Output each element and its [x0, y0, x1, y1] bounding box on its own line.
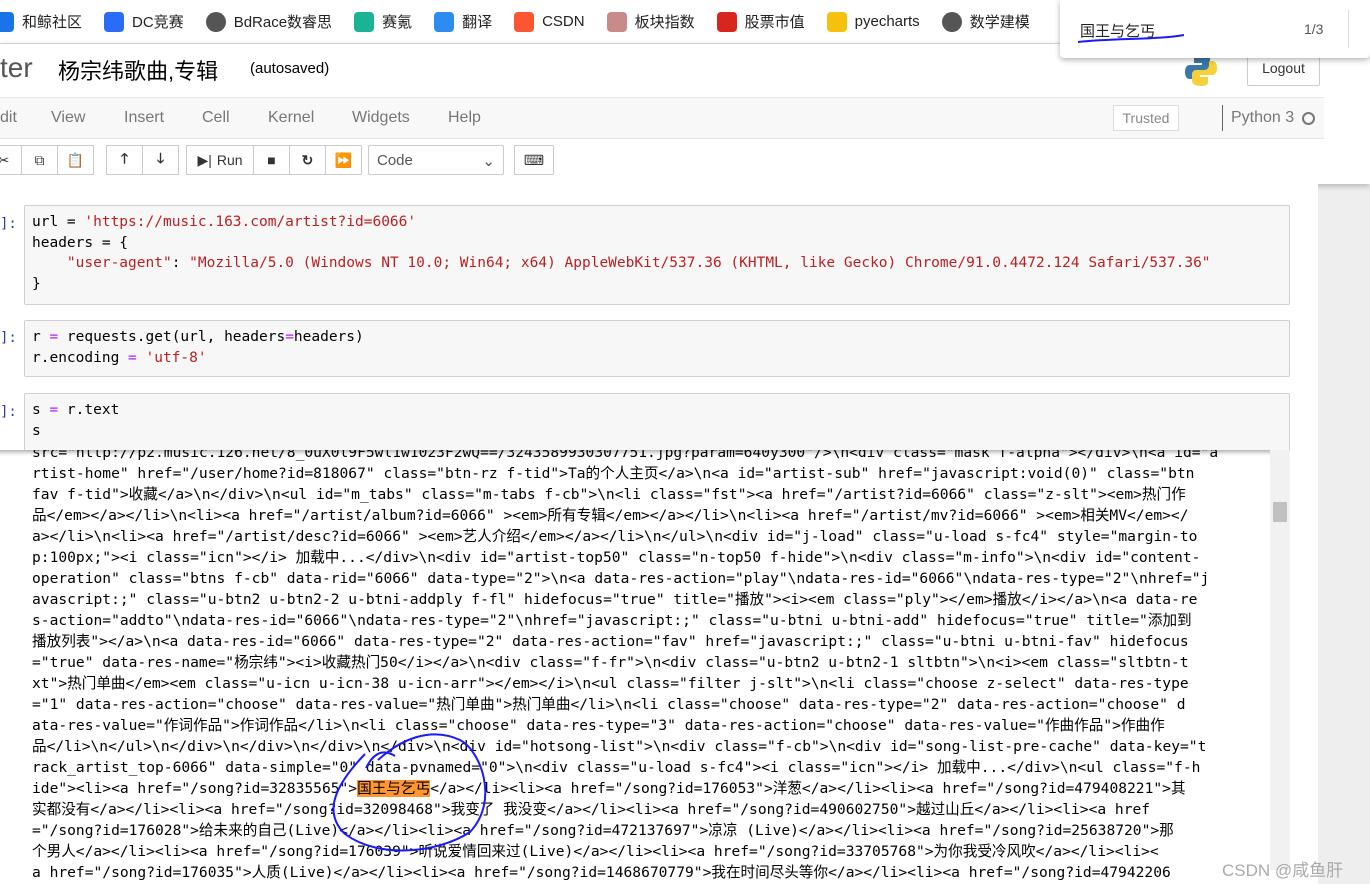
- kernel-idle-icon: [1302, 111, 1316, 125]
- sector-icon: [606, 11, 627, 32]
- kernel-indicator: Python 3: [1222, 105, 1316, 131]
- divider: [1348, 10, 1349, 48]
- notebook-title[interactable]: 杨宗纬歌曲,专辑: [58, 54, 218, 86]
- stop-icon[interactable]: ■: [253, 145, 290, 175]
- menu-insert[interactable]: Insert: [124, 109, 164, 127]
- underline-annotation: [1077, 34, 1185, 43]
- translate-icon: [434, 11, 455, 32]
- menu-view[interactable]: View: [51, 109, 85, 127]
- keyboard-toolbar-group: ⌨: [514, 145, 554, 175]
- notebook-header: ter 杨宗纬歌曲,专辑 (autosaved) Logout dit View…: [0, 44, 1370, 184]
- dc-icon: [104, 11, 125, 32]
- menu-widgets[interactable]: Widgets: [352, 109, 410, 127]
- fast-forward-icon[interactable]: ⏩: [325, 145, 362, 175]
- move-up-icon[interactable]: 🡑: [106, 145, 143, 175]
- menu-help[interactable]: Help: [448, 109, 481, 127]
- code-cell-1[interactable]: url = 'https://music.163.com/artist?id=6…: [24, 205, 1290, 305]
- watermark: CSDN @咸鱼肝: [1222, 861, 1344, 880]
- cell-output[interactable]: a href="/song?id=176035">人质(Live)</a></l…: [0, 450, 1290, 884]
- output-scrollbar[interactable]: [1270, 450, 1290, 870]
- bookmark-label: CSDN: [542, 13, 585, 30]
- bookmark-label: DC竞赛: [132, 14, 184, 31]
- bookmark-item[interactable]: 和鲸社区: [0, 11, 82, 32]
- cell-type-value: Code: [377, 152, 413, 169]
- bookmark-label: pyecharts: [854, 13, 920, 30]
- move-toolbar-group: 🡑 🡓: [106, 145, 179, 175]
- bookmark-item[interactable]: 数学建模: [941, 11, 1030, 32]
- cell-type-select[interactable]: Code ⌄: [368, 145, 504, 175]
- stock-icon: [716, 11, 737, 32]
- hand-drawn-annotation: [332, 733, 487, 852]
- bookmark-label: 板块指数: [634, 14, 695, 31]
- cell-prompt: ]:: [0, 404, 17, 420]
- pyecharts-icon: [826, 11, 847, 32]
- cell-prompt: ]:: [0, 330, 17, 346]
- menu-edit[interactable]: dit: [0, 109, 17, 127]
- bookmark-label: 数学建模: [969, 14, 1030, 31]
- bookmark-label: 翻译: [462, 14, 493, 31]
- bookmark-item[interactable]: 板块指数: [606, 11, 695, 32]
- keyboard-icon[interactable]: ⌨: [514, 145, 554, 175]
- copy-icon[interactable]: ⧉: [21, 145, 58, 175]
- restart-icon[interactable]: ↻: [289, 145, 326, 175]
- move-down-icon[interactable]: 🡓: [142, 145, 179, 175]
- menu-kernel[interactable]: Kernel: [268, 109, 314, 127]
- globe-icon: [205, 11, 226, 32]
- code-cell-3[interactable]: s = r.text s: [24, 393, 1290, 453]
- trusted-badge[interactable]: Trusted: [1113, 105, 1179, 131]
- run-toolbar-group: ▶| Run ■ ↻ ⏩: [186, 145, 362, 175]
- jupyter-logo[interactable]: ter: [0, 52, 33, 84]
- menu-bar: dit View Insert Cell Kernel Widgets Help…: [0, 97, 1324, 139]
- bookmark-label: 和鲸社区: [22, 14, 83, 31]
- bookmark-item[interactable]: BdRace数睿思: [205, 11, 333, 32]
- menu-cell[interactable]: Cell: [202, 109, 230, 127]
- code-cell-2[interactable]: r = requests.get(url, headers=headers) r…: [24, 320, 1290, 377]
- bookmark-item[interactable]: DC竞赛: [104, 11, 184, 32]
- run-icon: ▶|: [197, 151, 212, 168]
- edit-toolbar-group: ✂ ⧉ 📋: [0, 145, 94, 175]
- saikr-icon: [354, 11, 375, 32]
- bookmark-item[interactable]: 翻译: [434, 11, 492, 32]
- bookmark-label: BdRace数睿思: [233, 14, 333, 31]
- bookmark-item[interactable]: pyecharts: [826, 11, 920, 32]
- bookmark-label: 赛氪: [382, 14, 413, 31]
- bookmark-item[interactable]: 赛氪: [354, 11, 412, 32]
- bookmark-item[interactable]: CSDN: [514, 11, 585, 32]
- bookmark-item[interactable]: 股票市值: [716, 11, 805, 32]
- find-bar: 国王与乞丐 1/3: [1060, 0, 1370, 58]
- scrollbar-thumb[interactable]: [1273, 502, 1287, 522]
- cell-prompt: ]:: [0, 216, 17, 232]
- heywhale-icon: [0, 11, 14, 32]
- csdn-icon: [514, 11, 535, 32]
- globe-icon: [941, 11, 962, 32]
- run-button[interactable]: ▶| Run: [186, 145, 254, 175]
- cut-icon[interactable]: ✂: [0, 145, 22, 175]
- chevron-down-icon: ⌄: [482, 153, 495, 170]
- notebook-area: ]: url = 'https://music.163.com/artist?i…: [0, 184, 1318, 884]
- autosave-status: (autosaved): [250, 60, 330, 77]
- run-label: Run: [216, 152, 243, 168]
- kernel-name: Python 3: [1231, 109, 1295, 126]
- find-match-count: 1/3: [1304, 21, 1324, 37]
- bookmark-label: 股票市值: [744, 14, 805, 31]
- paste-icon[interactable]: 📋: [57, 145, 94, 175]
